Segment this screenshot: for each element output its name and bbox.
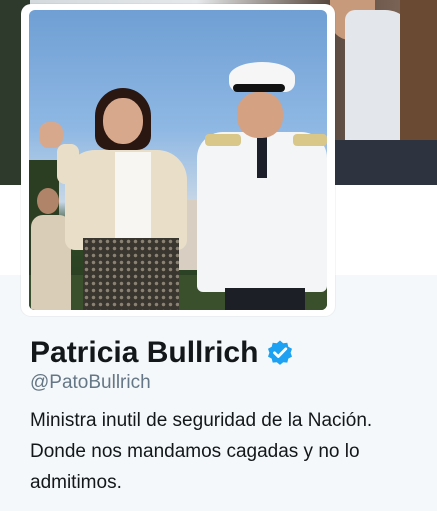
- profile-bio: Ministra inutil de seguridad de la Nació…: [30, 405, 425, 498]
- bio-line: Donde nos mandamos cagadas y no lo: [30, 441, 360, 462]
- avatar-officer-tie: [257, 134, 267, 178]
- avatar-woman-waving-hand: [39, 122, 63, 148]
- avatar-officer-cap-visor: [233, 84, 285, 92]
- profile-name-row: Patricia Bullrich: [30, 335, 294, 371]
- avatar-woman-skirt: [83, 238, 179, 310]
- avatar-officer-legs: [225, 288, 305, 310]
- banner-hair: [400, 0, 437, 150]
- avatar-officer-epaulet-right: [293, 134, 327, 146]
- avatar-woman-blouse: [115, 152, 151, 238]
- verified-badge-icon[interactable]: [266, 339, 294, 367]
- profile-handle[interactable]: @PatoBullrich: [30, 372, 151, 394]
- avatar-woman-arm: [57, 144, 79, 184]
- avatar-officer-face: [237, 92, 283, 138]
- display-name[interactable]: Patricia Bullrich: [30, 335, 258, 371]
- avatar[interactable]: [29, 10, 327, 310]
- avatar-frame[interactable]: [21, 4, 335, 316]
- avatar-woman-face: [103, 98, 143, 144]
- avatar-officer-epaulet-left: [205, 134, 241, 146]
- bio-line: Ministra inutil de seguridad de la Nació…: [30, 410, 373, 431]
- avatar-background-person-head: [37, 188, 59, 214]
- bio-line: admitimos.: [30, 472, 122, 493]
